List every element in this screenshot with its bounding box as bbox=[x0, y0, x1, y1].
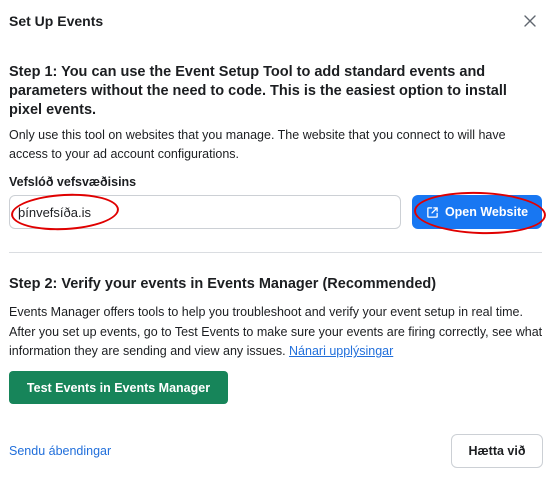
section-divider bbox=[9, 252, 542, 253]
open-website-label: Open Website bbox=[444, 205, 529, 219]
open-website-button[interactable]: Open Website bbox=[412, 195, 542, 229]
feedback-link[interactable]: Sendu ábendingar bbox=[9, 444, 111, 458]
step2-description: Events Manager offers tools to help you … bbox=[9, 303, 547, 362]
test-events-button[interactable]: Test Events in Events Manager bbox=[9, 371, 228, 404]
learn-more-link[interactable]: Nánari upplýsingar bbox=[289, 344, 393, 358]
dialog-header: Set Up Events bbox=[0, 0, 550, 44]
close-icon bbox=[524, 15, 536, 27]
external-link-icon bbox=[427, 206, 438, 218]
website-url-label: Vefslóð vefsvæðisins bbox=[9, 175, 137, 189]
cancel-button[interactable]: Hætta við bbox=[451, 434, 543, 468]
close-button[interactable] bbox=[518, 9, 542, 33]
step1-description: Only use this tool on websites that you … bbox=[9, 128, 506, 161]
step1-heading: Step 1: You can use the Event Setup Tool… bbox=[9, 64, 507, 118]
dialog-title: Set Up Events bbox=[9, 13, 104, 29]
step2-heading: Step 2: Verify your events in Events Man… bbox=[9, 276, 437, 292]
step2-description-text: Events Manager offers tools to help you … bbox=[9, 305, 543, 358]
website-url-input[interactable] bbox=[9, 195, 401, 229]
